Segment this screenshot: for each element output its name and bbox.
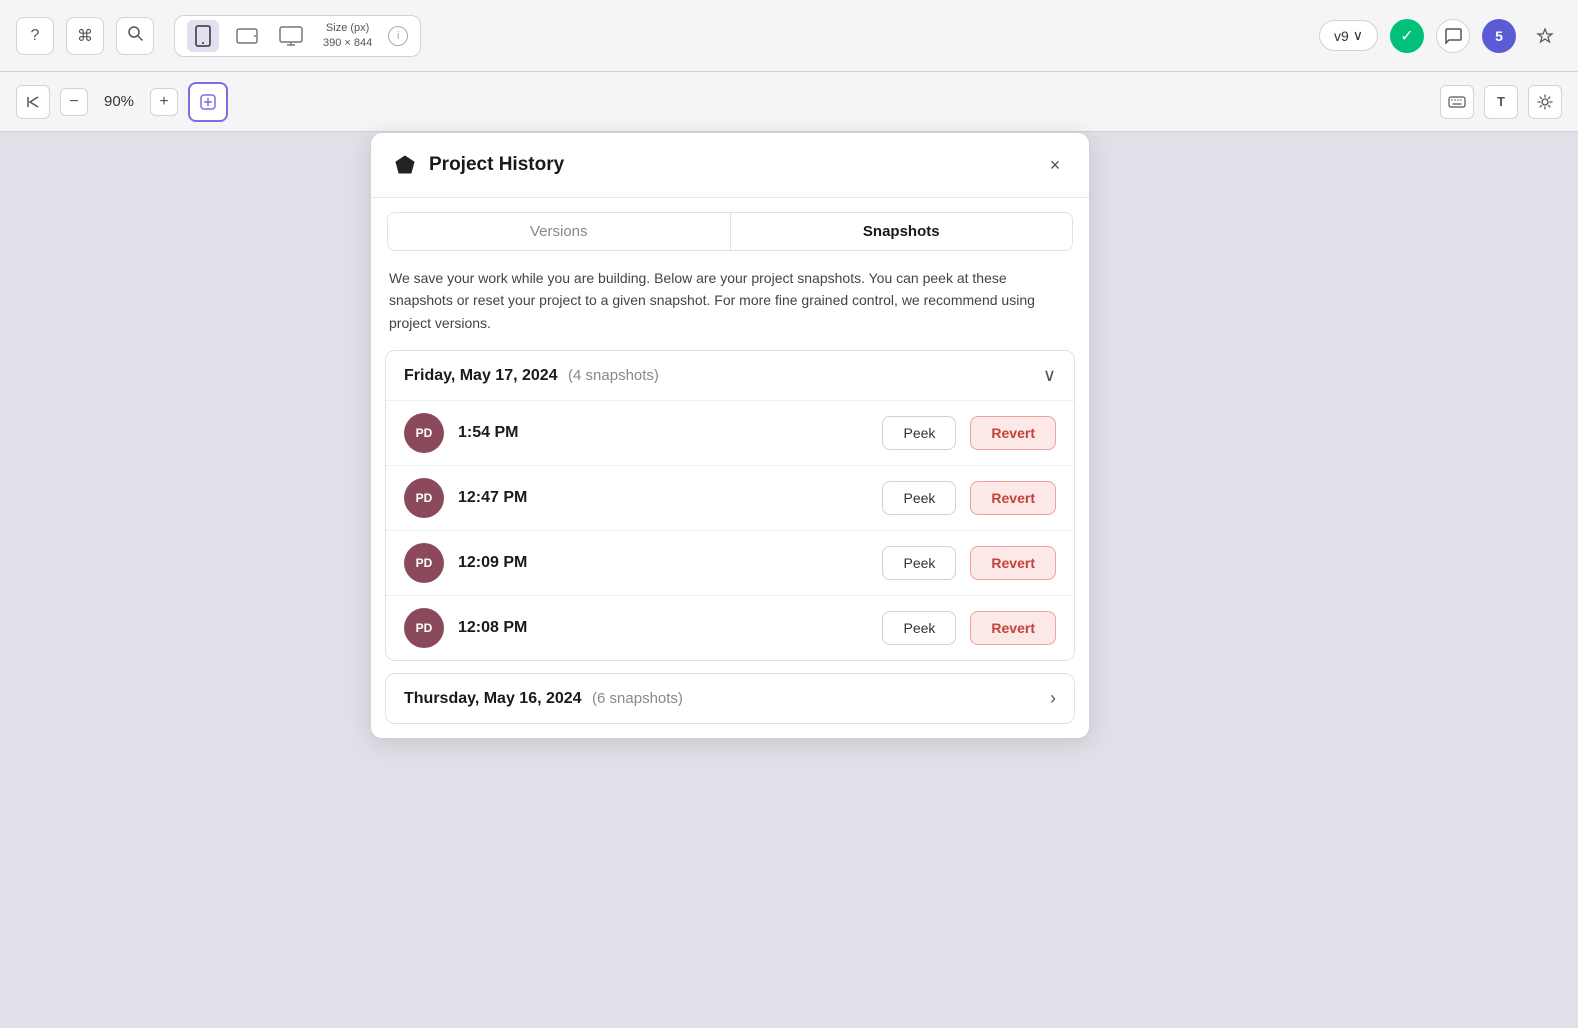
- zoom-level: 90%: [98, 93, 140, 110]
- command-icon: ⌘: [77, 26, 93, 46]
- peek-button-1208pm[interactable]: Peek: [882, 611, 956, 645]
- group-count-may17: (4 snapshots): [568, 367, 659, 384]
- peek-button-1209pm[interactable]: Peek: [882, 546, 956, 580]
- snapshot-groups: Friday, May 17, 2024 (4 snapshots) ∨ PD …: [371, 350, 1089, 738]
- snapshot-row-154pm: PD 1:54 PM Peek Revert: [386, 400, 1074, 465]
- text-size-button[interactable]: T: [1484, 85, 1518, 119]
- chevron-down-icon: ∨: [1353, 27, 1363, 44]
- top-toolbar: ? ⌘: [0, 0, 1578, 72]
- device-selector: Size (px) 390 × 844 i: [174, 15, 421, 57]
- size-display: Size (px) 390 × 844: [323, 21, 372, 50]
- help-icon: ?: [31, 27, 40, 45]
- revert-button-1208pm[interactable]: Revert: [970, 611, 1056, 645]
- search-button[interactable]: [116, 17, 154, 55]
- zoom-in-button[interactable]: +: [150, 88, 178, 116]
- snapshot-group-may16: Thursday, May 16, 2024 (6 snapshots) ›: [385, 673, 1075, 724]
- tabs-bar: Versions Snapshots: [387, 212, 1073, 251]
- tab-versions[interactable]: Versions: [388, 213, 731, 250]
- tab-snapshots[interactable]: Snapshots: [731, 213, 1073, 250]
- time-1209pm: 12:09 PM: [458, 554, 868, 572]
- group-header-may17[interactable]: Friday, May 17, 2024 (4 snapshots) ∨: [386, 351, 1074, 400]
- avatar-1209pm: PD: [404, 543, 444, 583]
- active-tool-button[interactable]: [188, 82, 228, 122]
- chevron-right-icon-may16: ›: [1050, 688, 1056, 709]
- snapshot-row-1209pm: PD 12:09 PM Peek Revert: [386, 530, 1074, 595]
- status-check-icon: ✓: [1390, 19, 1424, 53]
- revert-button-154pm[interactable]: Revert: [970, 416, 1056, 450]
- panel-close-button[interactable]: ×: [1041, 151, 1069, 179]
- panel-title: Project History: [429, 154, 1031, 176]
- panel-description: We save your work while you are building…: [371, 251, 1089, 350]
- avatar-154pm: PD: [404, 413, 444, 453]
- revert-button-1209pm[interactable]: Revert: [970, 546, 1056, 580]
- project-history-panel: Project History × Versions Snapshots We …: [370, 132, 1090, 739]
- snapshot-row-1208pm: PD 12:08 PM Peek Revert: [386, 595, 1074, 660]
- search-icon: [127, 25, 143, 46]
- right-tools: T: [1440, 85, 1562, 119]
- panel-header: Project History ×: [371, 133, 1089, 198]
- size-info-button[interactable]: i: [388, 26, 408, 46]
- avatar-1247pm: PD: [404, 478, 444, 518]
- menu-button[interactable]: [1528, 19, 1562, 53]
- mobile-device-button[interactable]: [187, 20, 219, 52]
- comment-button[interactable]: [1436, 19, 1470, 53]
- command-button[interactable]: ⌘: [66, 17, 104, 55]
- help-button[interactable]: ?: [16, 17, 54, 55]
- nav-first-button[interactable]: [16, 85, 50, 119]
- desktop-device-button[interactable]: [275, 20, 307, 52]
- avatar-1208pm: PD: [404, 608, 444, 648]
- time-1247pm: 12:47 PM: [458, 489, 868, 507]
- peek-button-154pm[interactable]: Peek: [882, 416, 956, 450]
- snapshot-row-1247pm: PD 12:47 PM Peek Revert: [386, 465, 1074, 530]
- chevron-down-icon-may17: ∨: [1043, 365, 1056, 386]
- time-1208pm: 12:08 PM: [458, 619, 868, 637]
- group-count-may16: (6 snapshots): [592, 690, 683, 707]
- settings-button[interactable]: [1528, 85, 1562, 119]
- tablet-device-button[interactable]: [231, 20, 263, 52]
- group-header-may16[interactable]: Thursday, May 16, 2024 (6 snapshots) ›: [386, 674, 1074, 723]
- zoom-out-button[interactable]: −: [60, 88, 88, 116]
- time-154pm: 1:54 PM: [458, 424, 868, 442]
- version-selector[interactable]: v9 ∨: [1319, 20, 1378, 51]
- peek-button-1247pm[interactable]: Peek: [882, 481, 956, 515]
- revert-button-1247pm[interactable]: Revert: [970, 481, 1056, 515]
- snapshot-group-may17: Friday, May 17, 2024 (4 snapshots) ∨ PD …: [385, 350, 1075, 661]
- panel-icon: [391, 151, 419, 179]
- main-content: Project History × Versions Snapshots We …: [0, 132, 1578, 1028]
- user-avatar-button[interactable]: 5: [1482, 19, 1516, 53]
- keyboard-button[interactable]: [1440, 85, 1474, 119]
- secondary-toolbar: − 90% + T: [0, 72, 1578, 132]
- group-date-may16: Thursday, May 16, 2024: [404, 690, 582, 707]
- group-date-may17: Friday, May 17, 2024: [404, 367, 558, 384]
